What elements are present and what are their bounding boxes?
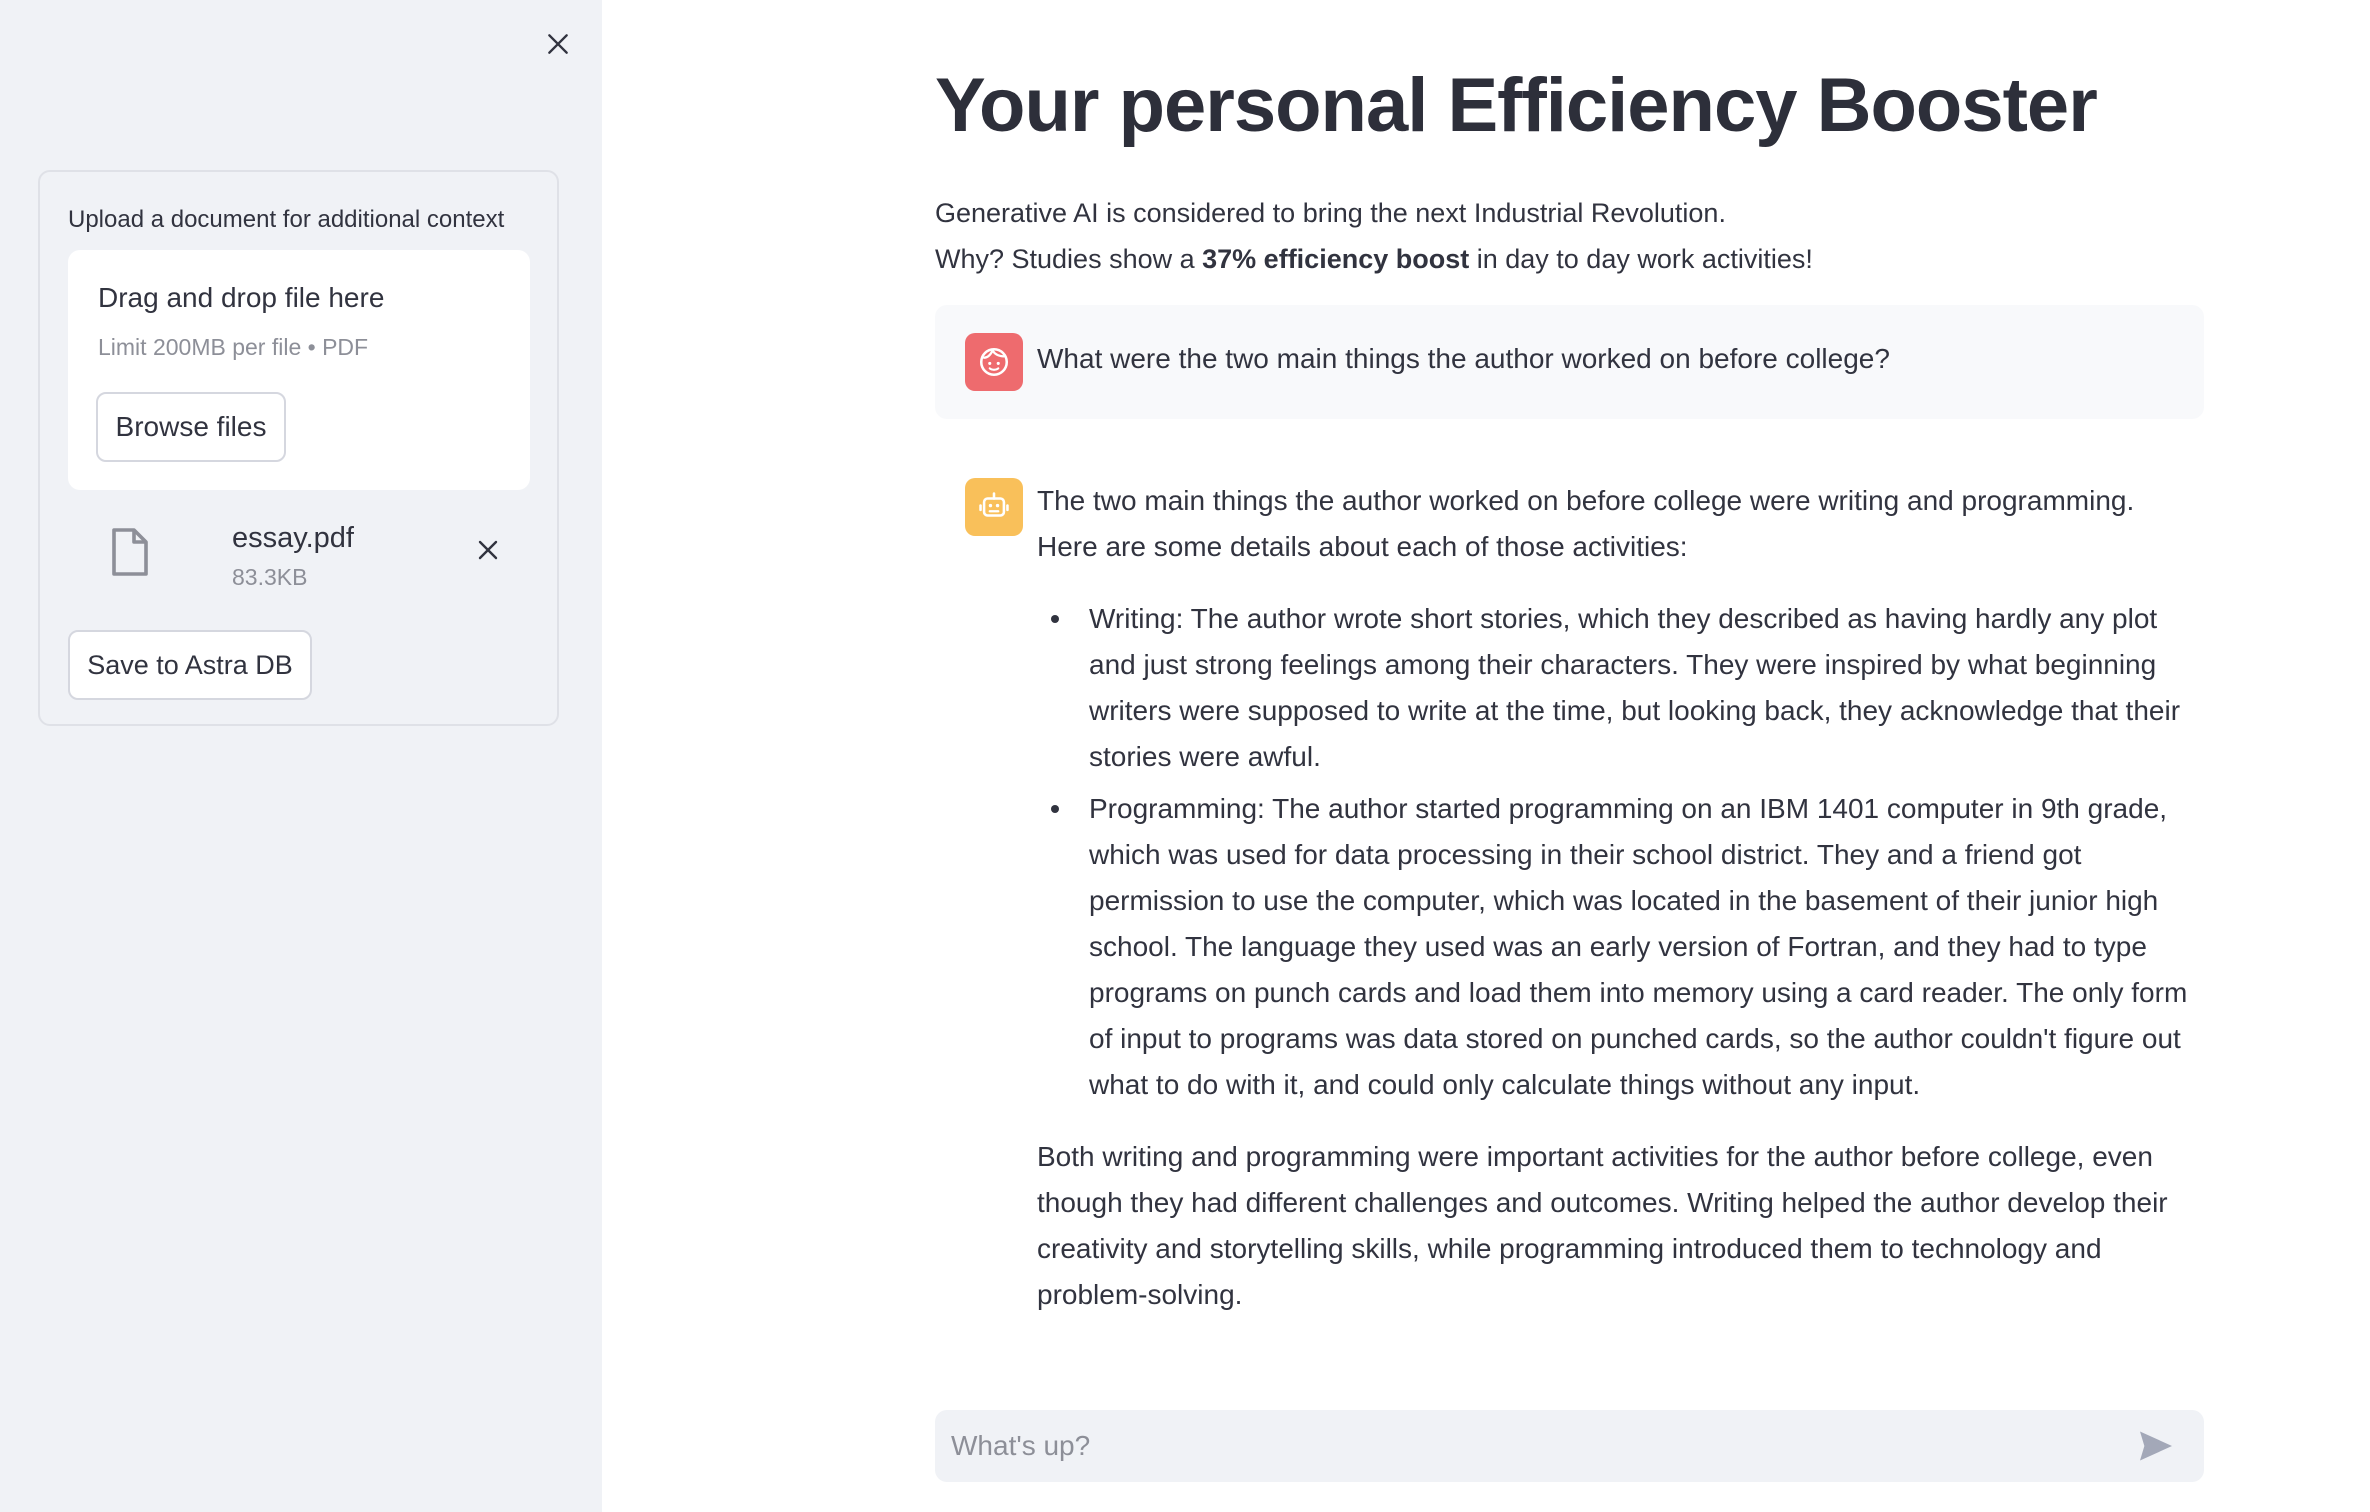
assistant-outro: Both writing and programming were import… xyxy=(1037,1141,2168,1310)
list-item: Writing: The author wrote short stories,… xyxy=(1051,596,2197,780)
list-item: Programming: The author started programm… xyxy=(1051,786,2197,1108)
main-content: Your personal Efficiency Booster Generat… xyxy=(602,0,2370,1512)
file-dropzone[interactable]: Drag and drop file here Limit 200MB per … xyxy=(68,250,530,490)
app-root: Upload a document for additional context… xyxy=(0,0,2370,1512)
user-message-text: What were the two main things the author… xyxy=(1037,343,1890,374)
close-sidebar-button[interactable] xyxy=(538,24,578,64)
remove-file-button[interactable] xyxy=(470,532,506,568)
assistant-message: The two main things the author worked on… xyxy=(935,450,2204,1330)
robot-icon xyxy=(979,492,1009,517)
intro-line-2-post: in day to day work activities! xyxy=(1469,244,1813,274)
save-to-astra-button[interactable]: Save to Astra DB xyxy=(68,630,312,700)
file-icon xyxy=(112,528,148,576)
efficiency-highlight: 37% efficiency boost xyxy=(1202,244,1470,274)
intro-text: Generative AI is considered to bring the… xyxy=(935,190,1813,282)
intro-line-1: Generative AI is considered to bring the… xyxy=(935,198,1726,228)
uploader-label: Upload a document for additional context xyxy=(68,206,505,233)
assistant-bullet-list: Writing: The author wrote short stories,… xyxy=(1051,596,2197,1108)
user-avatar xyxy=(965,333,1023,391)
assistant-avatar xyxy=(965,478,1023,536)
chat-input-bar xyxy=(935,1410,2204,1482)
user-face-icon xyxy=(979,347,1009,377)
close-icon xyxy=(478,540,498,560)
send-button[interactable] xyxy=(2135,1426,2177,1466)
page-title: Your personal Efficiency Booster xyxy=(935,63,2098,148)
intro-line-2-pre: Why? Studies show a xyxy=(935,244,1203,274)
file-size: 83.3KB xyxy=(232,564,308,590)
assistant-message-text: The two main things the author worked on… xyxy=(1037,478,2197,1318)
dropzone-limit: Limit 200MB per file • PDF xyxy=(98,334,369,360)
sidebar: Upload a document for additional context… xyxy=(0,0,602,1512)
chat-input[interactable] xyxy=(951,1410,2111,1482)
intro-line-2: Why? Studies show a 37% efficiency boost… xyxy=(935,236,1813,282)
user-message: What were the two main things the author… xyxy=(935,305,2204,419)
uploaded-file: essay.pdf 83.3KB xyxy=(68,508,530,600)
assistant-intro: The two main things the author worked on… xyxy=(1037,485,2135,562)
send-icon xyxy=(2140,1431,2172,1461)
file-name: essay.pdf xyxy=(232,522,354,554)
dropzone-title: Drag and drop file here xyxy=(98,282,385,313)
browse-files-button[interactable]: Browse files xyxy=(96,392,286,462)
close-icon xyxy=(548,34,568,54)
file-uploader: Upload a document for additional context… xyxy=(38,170,559,726)
